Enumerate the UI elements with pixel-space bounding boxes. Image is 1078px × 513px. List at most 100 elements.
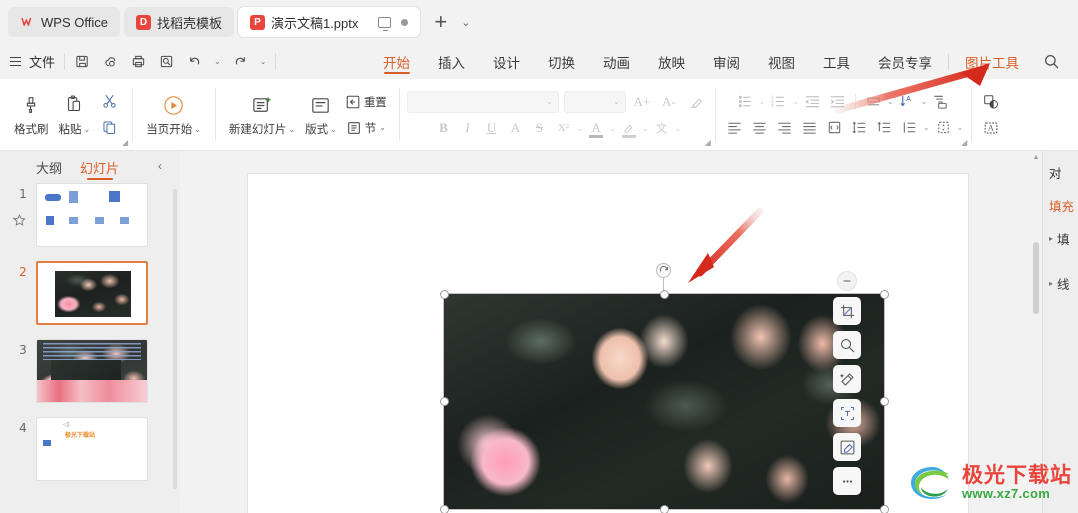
- tab-slideshow[interactable]: 放映: [644, 44, 699, 79]
- clipboard-dialog-launcher[interactable]: ◢: [122, 138, 128, 147]
- canvas-scrollbar[interactable]: ▲: [1032, 154, 1040, 510]
- chevron-down-icon[interactable]: ⌄: [642, 124, 649, 133]
- roses-photo[interactable]: [443, 293, 885, 510]
- align-center-button[interactable]: [748, 117, 771, 138]
- slide-thumbnail[interactable]: ◁) 极光下载站: [36, 417, 148, 481]
- new-slide-button[interactable]: 新建幻灯片 ⌄: [224, 92, 300, 137]
- tab-list-caret-icon[interactable]: ⌄: [461, 16, 470, 29]
- tab-view[interactable]: 视图: [754, 44, 809, 79]
- underline-button[interactable]: U: [480, 118, 502, 139]
- character-border-button[interactable]: A: [504, 118, 526, 139]
- chevron-down-icon[interactable]: ⌄: [887, 97, 894, 106]
- more-caret-icon[interactable]: ⌄: [260, 57, 267, 66]
- layout-button[interactable]: 版式 ⌄: [300, 92, 342, 137]
- line-spacing-options-button[interactable]: [898, 117, 921, 138]
- panel-item-fill[interactable]: ▸ 填: [1049, 229, 1078, 248]
- chevron-down-icon[interactable]: ⌄: [675, 124, 682, 133]
- chevron-left-icon[interactable]: ‹: [158, 159, 162, 173]
- align-text-button[interactable]: A: [896, 91, 919, 112]
- chevron-down-icon[interactable]: ⌄: [759, 97, 766, 106]
- section-button[interactable]: 节 ⌄: [346, 117, 386, 139]
- print-icon[interactable]: [130, 53, 147, 70]
- tab-insert[interactable]: 插入: [424, 44, 479, 79]
- thumbnail-item-1[interactable]: 1: [0, 183, 172, 247]
- panel-section-fill[interactable]: 填充: [1049, 196, 1078, 215]
- scroll-up-icon[interactable]: ▲: [1032, 154, 1040, 161]
- document-tab[interactable]: P 演示文稿1.pptx: [237, 7, 421, 37]
- file-menu-button[interactable]: 文件: [29, 52, 55, 71]
- distribute-button[interactable]: [823, 117, 846, 138]
- tab-picture-tools[interactable]: 图片工具: [951, 44, 1033, 79]
- image-edit-button[interactable]: [833, 433, 861, 461]
- tab-transition[interactable]: 切换: [534, 44, 589, 79]
- shrink-font-button[interactable]: A-: [658, 91, 680, 112]
- font-color-button[interactable]: A: [585, 118, 607, 139]
- chevron-down-icon[interactable]: ⌄: [609, 124, 616, 133]
- zoom-button[interactable]: [833, 331, 861, 359]
- thumbnail-item-4[interactable]: 4 ◁) 极光下载站: [0, 417, 172, 481]
- handle-bottom-center[interactable]: [659, 504, 669, 513]
- handle-middle-left[interactable]: [439, 397, 449, 406]
- cloud-sync-icon[interactable]: [102, 53, 119, 70]
- format-painter-button[interactable]: 格式刷: [9, 92, 54, 137]
- clear-formatting-button[interactable]: [685, 91, 707, 112]
- chevron-down-icon[interactable]: ⌄: [576, 124, 583, 133]
- handle-top-right[interactable]: [879, 289, 889, 299]
- favorite-star-icon[interactable]: [12, 213, 27, 231]
- grow-font-button[interactable]: A+: [631, 91, 653, 112]
- font-size-select[interactable]: ⌄: [563, 90, 626, 113]
- line-spacing-button[interactable]: [848, 117, 871, 138]
- app-tab-template-store[interactable]: D 找稻壳模板: [123, 7, 234, 37]
- slide-thumbnail[interactable]: [36, 339, 148, 403]
- phonetic-guide-button[interactable]: 文: [651, 118, 673, 139]
- thumbnail-item-3[interactable]: 3: [0, 339, 172, 403]
- handle-top-left[interactable]: [439, 289, 449, 299]
- tab-design[interactable]: 设计: [479, 44, 534, 79]
- chevron-down-icon[interactable]: ⌄: [923, 123, 930, 132]
- numbered-list-button[interactable]: 123: [767, 91, 790, 112]
- increase-indent-button[interactable]: [826, 91, 849, 112]
- justify-button[interactable]: [798, 117, 821, 138]
- reset-button[interactable]: 重置: [345, 91, 387, 113]
- font-name-select[interactable]: ⌄: [406, 90, 559, 113]
- bullet-list-button[interactable]: [734, 91, 757, 112]
- undo-caret-icon[interactable]: ⌄: [214, 57, 221, 66]
- thumbnail-item-2[interactable]: 2: [0, 261, 172, 325]
- slide-thumbnail[interactable]: [36, 261, 148, 325]
- paragraph-dialog-launcher[interactable]: ◢: [961, 138, 967, 147]
- new-tab-button[interactable]: +: [434, 11, 447, 33]
- chevron-down-icon[interactable]: ⌄: [792, 97, 799, 106]
- menu-icon[interactable]: [10, 56, 21, 67]
- superscript-button[interactable]: X²: [552, 118, 574, 139]
- handle-top-center[interactable]: [659, 289, 669, 299]
- paragraph-spacing-button[interactable]: [873, 117, 896, 138]
- align-left-button[interactable]: [723, 117, 746, 138]
- convert-to-smartart-button[interactable]: [929, 91, 952, 112]
- align-right-button[interactable]: [773, 117, 796, 138]
- tab-member-exclusive[interactable]: 会员专享: [864, 44, 946, 79]
- app-tab-wps-office[interactable]: WPS Office: [8, 7, 120, 37]
- text-direction-button[interactable]: [862, 91, 885, 112]
- modified-dot-icon[interactable]: [401, 18, 409, 26]
- ocr-button[interactable]: [833, 399, 861, 427]
- paste-button[interactable]: 粘贴 ⌄: [54, 92, 96, 137]
- present-monitor-icon[interactable]: [378, 16, 392, 31]
- italic-button[interactable]: I: [456, 118, 478, 139]
- crop-button[interactable]: [833, 297, 861, 325]
- chevron-down-icon[interactable]: ⌄: [957, 123, 964, 132]
- effects-button[interactable]: [833, 365, 861, 393]
- panel-tab-slides[interactable]: 幻灯片: [80, 151, 119, 183]
- scrollbar-thumb[interactable]: [1033, 242, 1039, 314]
- rotate-icon[interactable]: [656, 263, 671, 278]
- tab-tools[interactable]: 工具: [809, 44, 864, 79]
- search-button[interactable]: [1033, 53, 1072, 70]
- text-highlight-button[interactable]: [618, 118, 640, 139]
- panel-tab-outline[interactable]: 大纲: [36, 151, 62, 183]
- tab-start[interactable]: 开始: [369, 44, 424, 79]
- strikethrough-button[interactable]: S: [528, 118, 550, 139]
- slide-thumbnail[interactable]: [36, 183, 148, 247]
- undo-icon[interactable]: [186, 53, 203, 70]
- handle-bottom-left[interactable]: [439, 504, 449, 513]
- redo-icon[interactable]: [232, 53, 249, 70]
- tab-animation[interactable]: 动画: [589, 44, 644, 79]
